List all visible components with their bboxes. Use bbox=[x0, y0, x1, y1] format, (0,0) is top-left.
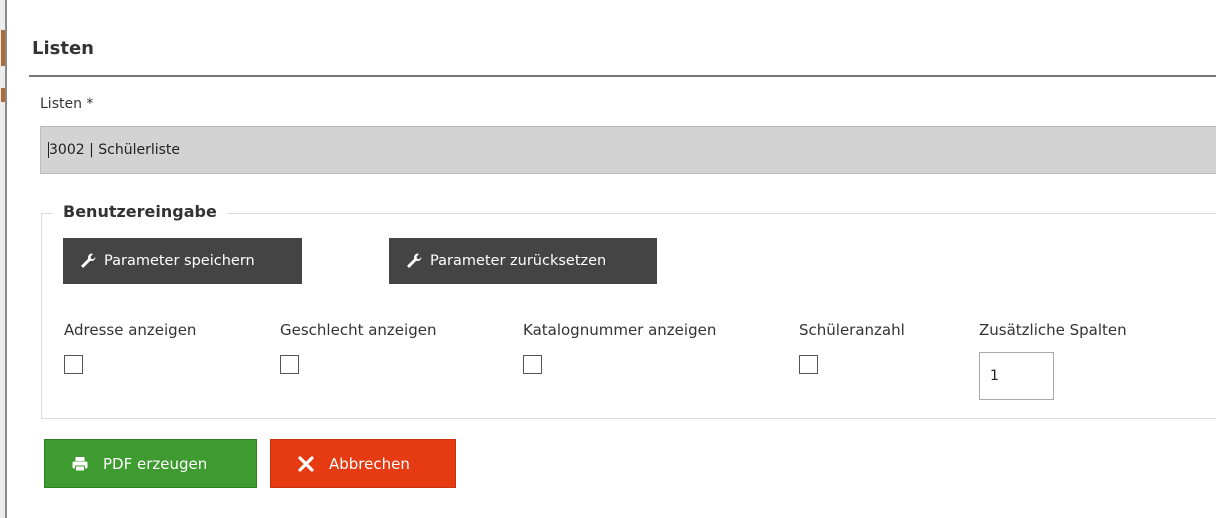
checkbox-address[interactable] bbox=[64, 355, 83, 374]
list-field-label: Listen * bbox=[40, 96, 94, 112]
window-left-edge bbox=[0, 0, 7, 518]
edge-marker bbox=[1, 88, 5, 102]
option-label-catalog-number: Katalognummer anzeigen bbox=[523, 321, 717, 339]
option-label-student-count: Schüleranzahl bbox=[799, 321, 905, 339]
wrench-icon bbox=[405, 252, 423, 270]
option-label-gender: Geschlecht anzeigen bbox=[280, 321, 437, 339]
option-label-address: Adresse anzeigen bbox=[64, 321, 197, 339]
checkbox-gender[interactable] bbox=[280, 355, 299, 374]
title-divider bbox=[29, 75, 1216, 77]
checkbox-catalog-number[interactable] bbox=[523, 355, 542, 374]
extra-columns-input[interactable]: 1 bbox=[979, 352, 1054, 400]
edge-marker bbox=[1, 30, 5, 66]
left-border bbox=[5, 0, 7, 518]
extra-columns-value: 1 bbox=[990, 368, 999, 384]
cancel-label: Abbrechen bbox=[329, 454, 410, 473]
generate-pdf-button[interactable]: PDF erzeugen bbox=[44, 439, 257, 488]
list-select[interactable]: 3002 | Schülerliste bbox=[40, 126, 1216, 174]
reset-parameters-button[interactable]: Parameter zurücksetzen bbox=[389, 238, 657, 284]
generate-pdf-label: PDF erzeugen bbox=[103, 454, 208, 473]
save-parameters-label: Parameter speichern bbox=[104, 253, 255, 269]
close-icon bbox=[297, 455, 315, 473]
wrench-icon bbox=[79, 252, 97, 270]
save-parameters-button[interactable]: Parameter speichern bbox=[63, 238, 302, 284]
list-select-value: 3002 | Schülerliste bbox=[48, 142, 181, 158]
user-input-legend: Benutzereingabe bbox=[53, 202, 227, 221]
extra-columns-label: Zusätzliche Spalten bbox=[979, 321, 1127, 339]
cancel-button[interactable]: Abbrechen bbox=[270, 439, 456, 488]
section-title: Listen bbox=[32, 38, 94, 59]
reset-parameters-label: Parameter zurücksetzen bbox=[430, 253, 607, 269]
checkbox-student-count[interactable] bbox=[799, 355, 818, 374]
printer-icon bbox=[71, 455, 89, 473]
